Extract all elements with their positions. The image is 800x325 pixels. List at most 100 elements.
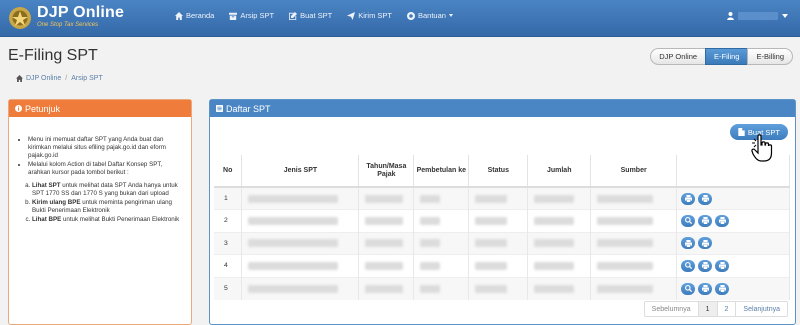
search-icon: [684, 217, 692, 225]
table-row: 4: [214, 254, 790, 277]
redacted-value: [420, 261, 441, 270]
redacted-value: [534, 194, 575, 203]
table-row: 5: [214, 276, 790, 300]
djp-logo-icon[interactable]: [8, 6, 32, 30]
redacted-cell: [241, 231, 360, 255]
document-icon: [738, 128, 745, 136]
chevron-down-icon: [782, 14, 788, 18]
redacted-value: [475, 194, 508, 203]
kirim-ulang-bpe-button[interactable]: [698, 214, 713, 227]
redacted-cell: [468, 254, 529, 277]
petunjuk-content: Menu ini memuat daftar SPT yang Anda bua…: [20, 136, 182, 225]
lihat-spt-button[interactable]: [681, 282, 696, 295]
main-nav: Beranda Arsip SPT Buat SPT Kirim SPT Ban…: [175, 11, 468, 20]
redacted-value: [420, 239, 441, 248]
nav-buat-spt[interactable]: Buat SPT: [289, 11, 332, 20]
redacted-value: [597, 284, 654, 293]
page-button[interactable]: 1: [697, 301, 718, 317]
redacted-cell: [527, 186, 592, 210]
petunjuk-bullet: Melalui kolom Action di tabel Daftar Kon…: [28, 161, 182, 177]
lihat-bpe-button[interactable]: [715, 259, 730, 272]
brand-name[interactable]: DJP Online: [37, 4, 124, 22]
switch-e-billing[interactable]: E-Billing: [747, 48, 793, 65]
lihat-bpe-button[interactable]: [698, 237, 713, 250]
print-icon: [701, 217, 709, 225]
redacted-cell: [413, 186, 470, 210]
breadcrumb-separator: /: [65, 75, 68, 82]
nav-arsip-spt[interactable]: Arsip SPT: [229, 11, 274, 20]
column-header: Status: [468, 155, 529, 188]
redacted-cell: [468, 209, 529, 232]
kirim-ulang-bpe-button[interactable]: [698, 259, 713, 272]
action-buttons: [677, 237, 789, 250]
action-cell: [676, 186, 790, 210]
switch-djp-online[interactable]: DJP Online: [650, 48, 707, 65]
nav-label: Bantuan: [417, 11, 446, 20]
action-buttons: [677, 192, 789, 205]
action-cell: [676, 209, 790, 232]
column-header: Pembetulan ke: [413, 155, 470, 188]
top-navbar: DJP Online One Stop Tax Services Beranda…: [0, 0, 800, 37]
lihat-spt-button[interactable]: [681, 259, 696, 272]
redacted-value: [248, 284, 339, 293]
prev-page-button[interactable]: Sebelumnya: [643, 301, 699, 317]
column-header: [676, 155, 790, 188]
redacted-value: [420, 284, 441, 293]
nav-label: Beranda: [186, 11, 215, 20]
home-icon: [16, 75, 23, 82]
row-number: 3: [214, 231, 243, 255]
kirim-ulang-bpe-button[interactable]: [681, 237, 696, 250]
archive-icon: [229, 12, 238, 20]
redacted-value: [420, 194, 441, 203]
print-icon: [684, 195, 692, 202]
nav-bantuan[interactable]: Bantuan: [406, 11, 453, 20]
redacted-cell: [413, 276, 470, 300]
redacted-cell: [468, 231, 529, 255]
nav-kirim-spt[interactable]: Kirim SPT: [347, 11, 392, 20]
redacted-cell: [527, 209, 592, 232]
petunjuk-item-title: Kirim ulang BPE: [32, 199, 81, 206]
redacted-cell: [241, 186, 360, 210]
kirim-ulang-bpe-button[interactable]: [681, 192, 696, 205]
next-page-button[interactable]: Selanjutnya: [735, 301, 788, 317]
petunjuk-item-title: Lihat BPE: [32, 216, 62, 223]
redacted-cell: [468, 186, 529, 210]
edit-icon: [289, 11, 298, 20]
redacted-cell: [358, 186, 415, 210]
redacted-value: [534, 239, 575, 248]
breadcrumb: DJP Online / Arsip SPT: [16, 75, 103, 82]
breadcrumb-arsip-spt[interactable]: Arsip SPT: [71, 75, 103, 82]
redacted-value: [597, 194, 654, 203]
user-menu[interactable]: [727, 12, 788, 20]
column-header: Jumlah: [527, 155, 592, 188]
lihat-bpe-button[interactable]: [698, 192, 713, 205]
redacted-cell: [241, 276, 360, 300]
action-cell: [676, 254, 790, 277]
redacted-value: [365, 284, 404, 293]
table-row: 2: [214, 209, 790, 232]
redacted-cell: [358, 209, 415, 232]
redacted-cell: [590, 254, 678, 277]
redacted-value: [365, 194, 404, 203]
action-buttons: [677, 282, 789, 295]
redacted-cell: [590, 209, 678, 232]
lihat-bpe-button[interactable]: [715, 282, 730, 295]
nav-label: Arsip SPT: [240, 11, 275, 20]
redacted-cell: [468, 276, 529, 300]
redacted-value: [248, 239, 339, 248]
kirim-ulang-bpe-button[interactable]: [698, 282, 713, 295]
redacted-value: [248, 216, 339, 225]
row-number: 1: [214, 186, 243, 210]
petunjuk-item: Lihat BPE untuk melihat Bukti Penerimaan…: [32, 216, 182, 224]
page-title: E-Filing SPT: [8, 47, 98, 64]
page-button[interactable]: 2: [716, 301, 737, 317]
lihat-bpe-button[interactable]: [715, 214, 730, 227]
user-name-redacted: [738, 12, 778, 20]
redacted-cell: [590, 231, 678, 255]
nav-beranda[interactable]: Beranda: [175, 11, 214, 20]
switch-e-filing[interactable]: E-Filing: [705, 48, 749, 65]
redacted-value: [475, 284, 508, 293]
lihat-spt-button[interactable]: [681, 214, 696, 227]
breadcrumb-djp-online[interactable]: DJP Online: [26, 75, 61, 82]
print-icon: [701, 195, 709, 202]
